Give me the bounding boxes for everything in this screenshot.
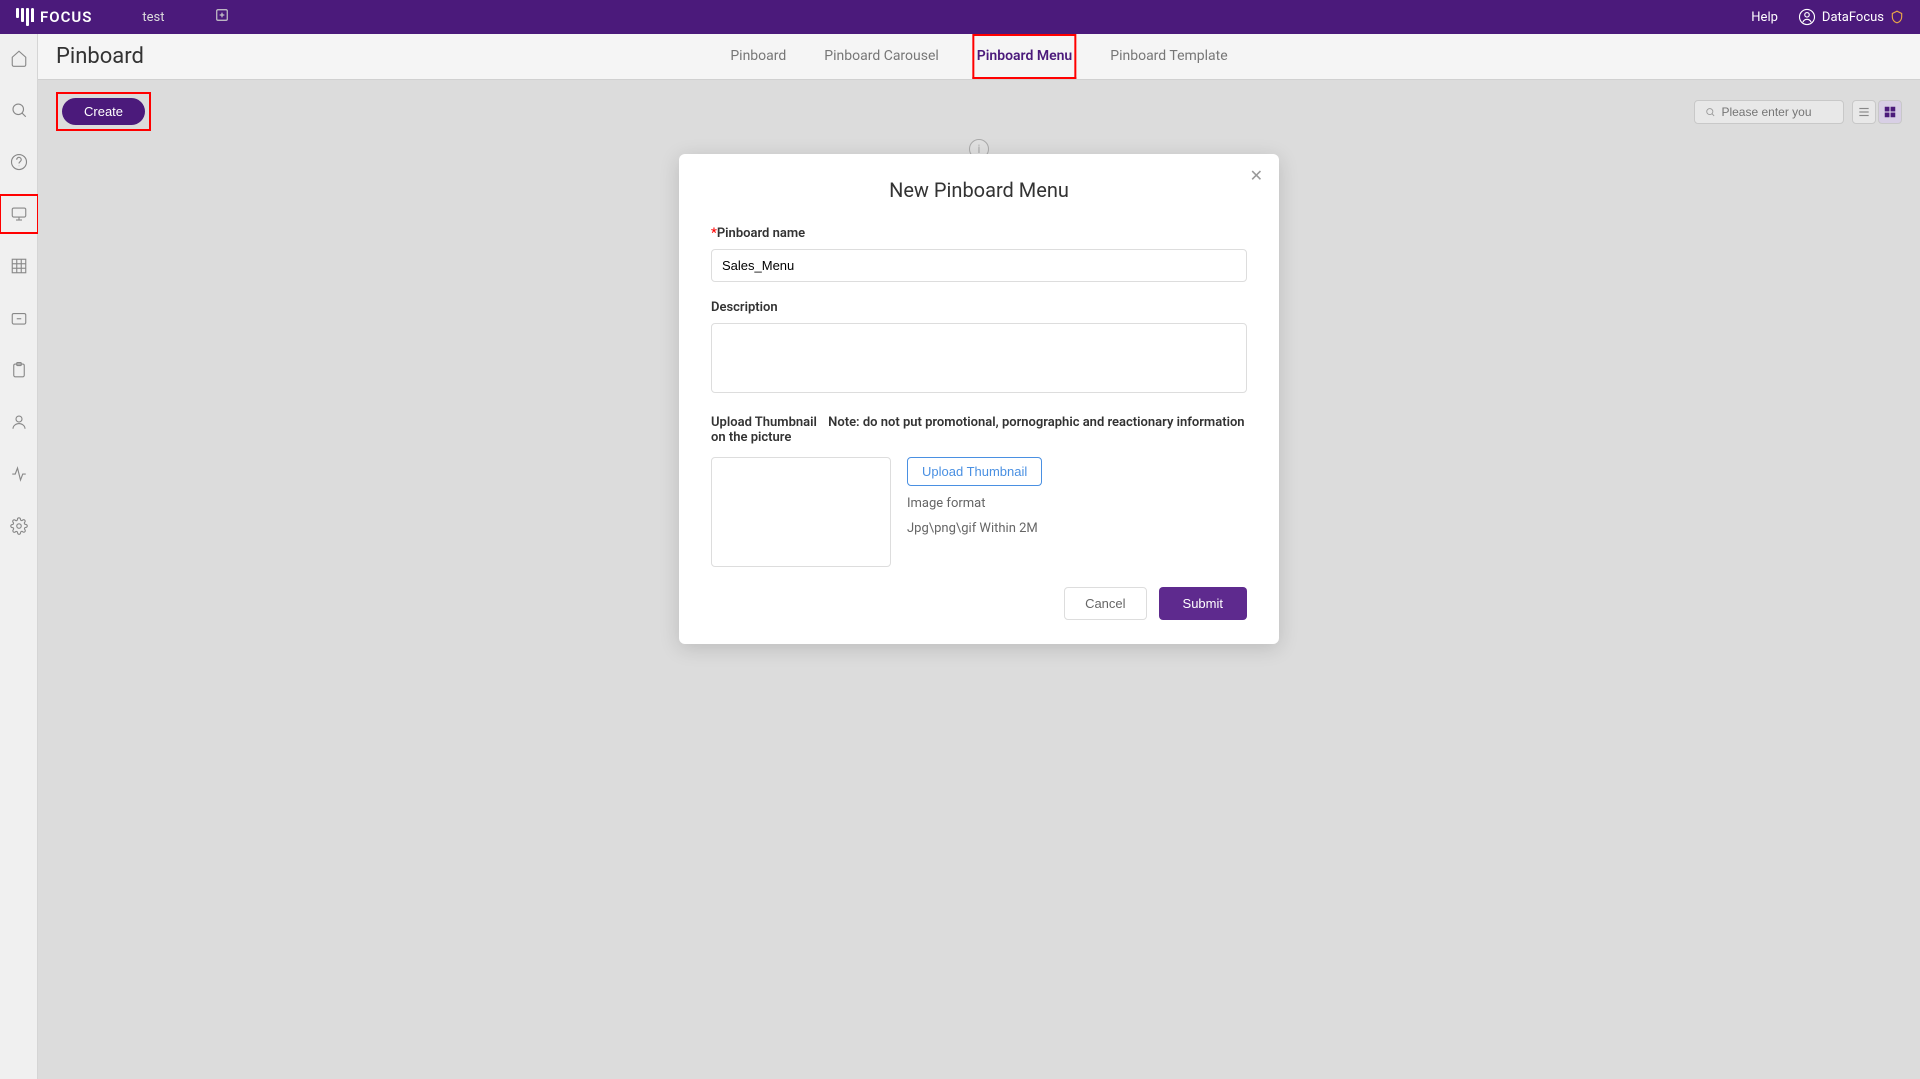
user-icon [1798, 8, 1816, 26]
image-format-label: Image format [907, 496, 1042, 511]
close-icon[interactable]: ✕ [1250, 166, 1263, 185]
description-input[interactable] [711, 323, 1247, 393]
content-area: Pinboard Pinboard Pinboard Carousel Pinb… [38, 34, 1920, 1079]
sidebar-search-icon[interactable] [7, 98, 31, 122]
sidebar-help-icon[interactable] [7, 150, 31, 174]
cancel-button[interactable]: Cancel [1064, 587, 1146, 620]
upload-button[interactable]: Upload Thumbnail [907, 457, 1042, 486]
field-name: *Pinboard name [711, 226, 1247, 282]
sidebar-clipboard-icon[interactable] [7, 358, 31, 382]
sidebar [0, 34, 38, 1079]
upload-label-row: Upload Thumbnail Note: do not put promot… [711, 415, 1247, 445]
top-bar: FOCUS test Help DataFocus [0, 0, 1920, 34]
modal-overlay: ✕ New Pinboard Menu *Pinboard name Descr… [38, 34, 1920, 1079]
description-label: Description [711, 300, 1247, 315]
modal-buttons: Cancel Submit [711, 587, 1247, 620]
sidebar-folder-icon[interactable] [7, 306, 31, 330]
sidebar-person-icon[interactable] [7, 410, 31, 434]
name-input[interactable] [711, 249, 1247, 282]
logo[interactable]: FOCUS [16, 8, 92, 26]
upload-row: Upload Thumbnail Image format Jpg\png\gi… [711, 457, 1247, 567]
top-right: Help DataFocus [1751, 8, 1904, 26]
top-left: FOCUS test [16, 8, 229, 26]
logo-text: FOCUS [40, 8, 92, 26]
username: DataFocus [1822, 10, 1884, 25]
upload-label: Upload Thumbnail [711, 415, 817, 430]
field-description: Description [711, 300, 1247, 397]
image-format-hint: Jpg\png\gif Within 2M [907, 521, 1042, 536]
sidebar-pinboard-icon[interactable] [7, 202, 31, 226]
modal-title: New Pinboard Menu [711, 178, 1247, 202]
sidebar-settings-icon[interactable] [7, 514, 31, 538]
upload-col: Upload Thumbnail Image format Jpg\png\gi… [907, 457, 1042, 536]
new-pinboard-modal: ✕ New Pinboard Menu *Pinboard name Descr… [679, 154, 1279, 644]
workspace-name[interactable]: test [142, 10, 164, 25]
submit-button[interactable]: Submit [1159, 587, 1247, 620]
sidebar-activity-icon[interactable] [7, 462, 31, 486]
logo-icon [16, 8, 34, 26]
name-label: *Pinboard name [711, 226, 1247, 241]
shield-icon [1890, 10, 1904, 24]
sidebar-home-icon[interactable] [7, 46, 31, 70]
main-layout: Pinboard Pinboard Pinboard Carousel Pinb… [0, 34, 1920, 1079]
sidebar-grid-icon[interactable] [7, 254, 31, 278]
help-link[interactable]: Help [1751, 10, 1778, 25]
user-menu[interactable]: DataFocus [1798, 8, 1904, 26]
add-tab-icon[interactable] [215, 8, 229, 26]
thumbnail-preview [711, 457, 891, 567]
